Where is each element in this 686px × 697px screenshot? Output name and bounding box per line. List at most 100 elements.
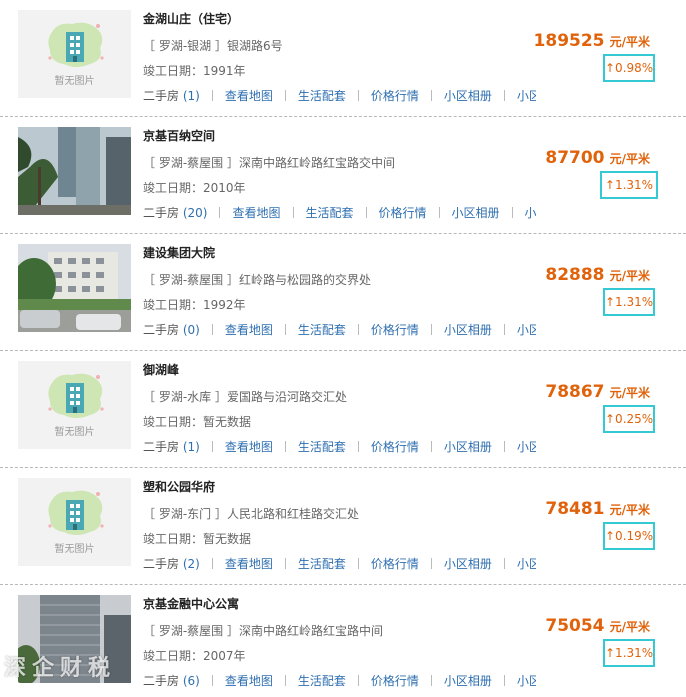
more-link[interactable]: 小区 [517, 672, 536, 689]
completion-date: 竣工日期：1992年 [143, 296, 246, 313]
divider [365, 207, 367, 218]
divider [503, 675, 505, 686]
price-trend-link[interactable]: 价格行情 [371, 87, 419, 104]
completion-date-value: 1992年 [203, 298, 246, 312]
listing-row: 建设集团大院 ［ 罗湖-蔡屋围 ］红岭路与松园路的交界处 竣工日期：1992年 二手房… [0, 234, 686, 351]
ershou-count: (6) [182, 674, 200, 688]
album-link[interactable]: 小区相册 [444, 87, 492, 104]
listing-row: 暂无图片 御湖峰 ［ 罗湖-水库 ］爱国路与沿河路交汇处竣工日期：暂无数据 二手房 (… [0, 351, 686, 468]
ershou-link[interactable]: 二手房 (0) [143, 321, 200, 338]
more-link[interactable]: 小区 [517, 555, 536, 572]
amenities-link[interactable]: 生活配套 [298, 438, 346, 455]
more-link[interactable]: 小区 [517, 87, 536, 104]
district-tag[interactable]: ［ 罗湖-蔡屋围 ］ [143, 156, 239, 170]
ershou-label: 二手房 [143, 323, 180, 337]
thumbnail-photo[interactable] [18, 244, 131, 332]
community-name[interactable]: 京基百纳空间 [143, 127, 215, 144]
completion-date-label: 竣工日期： [143, 298, 204, 312]
divider [284, 441, 286, 452]
price-trend-link[interactable]: 价格行情 [379, 204, 427, 221]
price-change-badge: ↑0.19% [603, 522, 655, 550]
more-link[interactable]: 小区 [525, 204, 536, 221]
amenities-link[interactable]: 生活配套 [298, 555, 346, 572]
action-links: 二手房 (2) 查看地图 生活配套 价格行情 小区相册 小区 [143, 555, 536, 573]
ershou-label: 二手房 [143, 674, 180, 688]
ershou-count: (1) [182, 440, 200, 454]
ershou-link[interactable]: 二手房 (1) [143, 438, 200, 455]
district-tag[interactable]: ［ 罗湖-蔡屋围 ］ [143, 624, 239, 638]
more-link[interactable]: 小区 [517, 438, 536, 455]
ershou-link[interactable]: 二手房 (2) [143, 555, 200, 572]
district-tag[interactable]: ［ 罗湖-银湖 ］ [143, 39, 227, 53]
thumbnail-photo[interactable] [18, 127, 131, 215]
district-tag[interactable]: ［ 罗湖-东门 ］ [143, 507, 227, 521]
thumbnail-placeholder[interactable]: 暂无图片 [18, 361, 131, 449]
divider [430, 90, 432, 101]
price-trend-link[interactable]: 价格行情 [371, 555, 419, 572]
divider [284, 90, 286, 101]
price-change-badge: ↑1.31% [603, 639, 655, 667]
price-change-badge: ↑1.31% [600, 171, 658, 199]
amenities-link[interactable]: 生活配套 [306, 204, 354, 221]
district-tag[interactable]: ［ 罗湖-水库 ］ [143, 390, 227, 404]
community-name[interactable]: 御湖峰 [143, 361, 179, 378]
price-value: 87700 [545, 148, 605, 168]
price-unit: 元/平米 [609, 620, 650, 634]
action-links: 二手房 (1) 查看地图 生活配套 价格行情 小区相册 小区 [143, 87, 536, 105]
thumbnail-placeholder[interactable]: 暂无图片 [18, 10, 131, 98]
thumbnail-placeholder[interactable]: 暂无图片 [18, 478, 131, 566]
completion-date-label: 竣工日期： [143, 64, 204, 78]
address-line: ［ 罗湖-银湖 ］银湖路6号 [143, 37, 283, 54]
ershou-count: (20) [182, 206, 208, 220]
view-map-link[interactable]: 查看地图 [225, 321, 273, 338]
amenities-link[interactable]: 生活配套 [298, 321, 346, 338]
community-name[interactable]: 京基金融中心公寓 [143, 595, 239, 612]
divider [219, 207, 221, 218]
street-address: 爱国路与沿河路交汇处 [226, 390, 347, 404]
album-link[interactable]: 小区相册 [444, 438, 492, 455]
price-unit: 元/平米 [609, 503, 650, 517]
view-map-link[interactable]: 查看地图 [225, 87, 273, 104]
completion-date-label: 竣工日期： [143, 415, 204, 429]
ershou-link[interactable]: 二手房 (6) [143, 672, 200, 689]
view-map-link[interactable]: 查看地图 [232, 204, 280, 221]
price-trend-link[interactable]: 价格行情 [371, 321, 419, 338]
divider [430, 324, 432, 335]
view-map-link[interactable]: 查看地图 [225, 672, 273, 689]
listing-row: 京基百纳空间 ［ 罗湖-蔡屋围 ］深南中路红岭路红宝路交中间 竣工日期：2010年二… [0, 117, 686, 234]
completion-date: 竣工日期：1991年 [143, 62, 246, 79]
completion-date: 竣工日期：暂无数据 [143, 413, 251, 430]
album-link[interactable]: 小区相册 [444, 555, 492, 572]
address-line: ［ 罗湖-东门 ］人民北路和红桂路交汇处 [143, 505, 359, 522]
price-value: 82888 [545, 265, 605, 285]
price-trend-link[interactable]: 价格行情 [371, 672, 419, 689]
divider [211, 90, 213, 101]
album-link[interactable]: 小区相册 [444, 672, 492, 689]
divider [211, 675, 213, 686]
view-map-link[interactable]: 查看地图 [225, 555, 273, 572]
amenities-link[interactable]: 生活配套 [298, 672, 346, 689]
community-name[interactable]: 建设集团大院 [143, 244, 215, 261]
street-address: 深南中路红岭路红宝路中间 [238, 624, 383, 638]
unit-price: 75054 元/平米 [545, 616, 650, 636]
more-link[interactable]: 小区 [517, 321, 536, 338]
completion-date: 竣工日期：暂无数据 [143, 530, 251, 547]
completion-date-label: 竣工日期： [143, 181, 204, 195]
album-link[interactable]: 小区相册 [452, 204, 500, 221]
unit-price: 82888 元/平米 [545, 265, 650, 285]
divider [430, 441, 432, 452]
view-map-link[interactable]: 查看地图 [225, 438, 273, 455]
album-link[interactable]: 小区相册 [444, 321, 492, 338]
ershou-count: (0) [182, 323, 200, 337]
ershou-link[interactable]: 二手房 (20) [143, 204, 207, 221]
price-trend-link[interactable]: 价格行情 [371, 438, 419, 455]
price-change-badge: ↑0.98% [603, 54, 655, 82]
amenities-link[interactable]: 生活配套 [298, 87, 346, 104]
divider [292, 207, 294, 218]
district-tag[interactable]: ［ 罗湖-蔡屋围 ］ [143, 273, 239, 287]
community-name[interactable]: 金湖山庄（住宅） [143, 10, 239, 27]
community-name[interactable]: 塑和公园华府 [143, 478, 215, 495]
divider [284, 675, 286, 686]
ershou-link[interactable]: 二手房 (1) [143, 87, 200, 104]
street-address: 人民北路和红桂路交汇处 [226, 507, 359, 521]
